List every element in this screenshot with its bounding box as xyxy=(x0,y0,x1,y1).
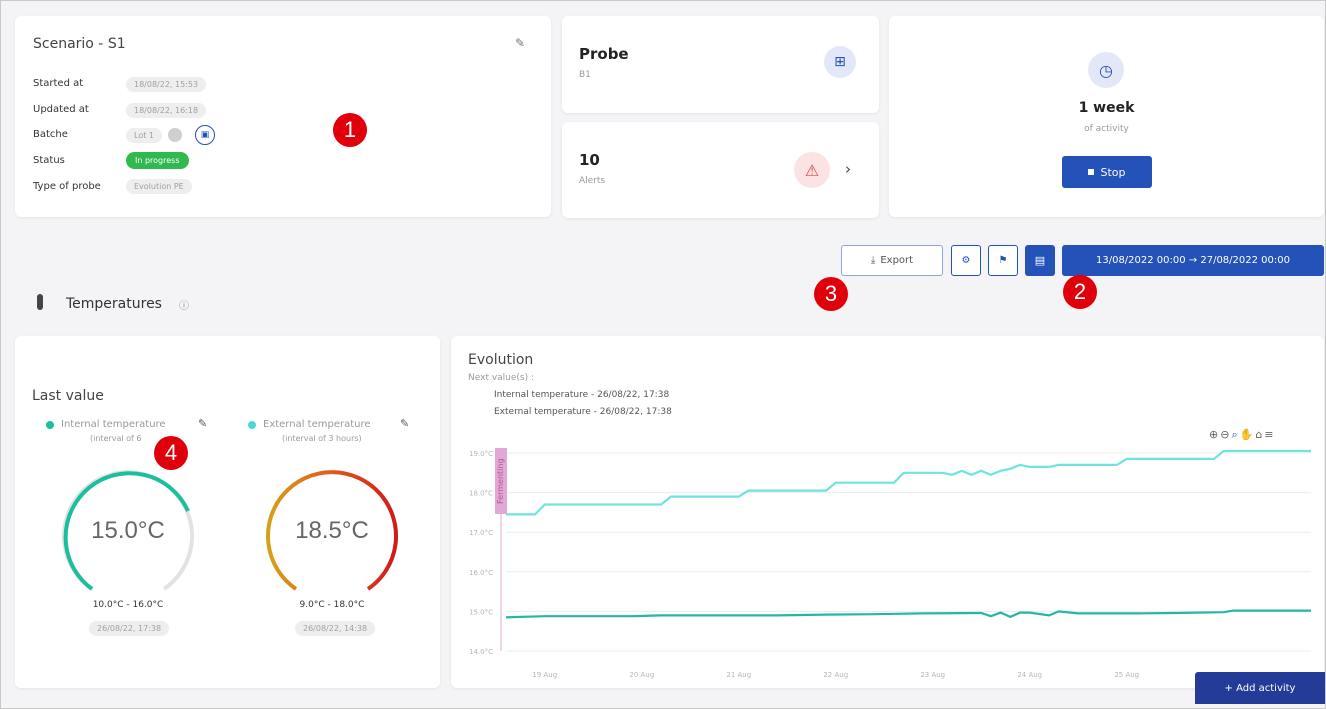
status-label: Status xyxy=(33,155,65,166)
y-tick-label: 16.0°C xyxy=(469,569,493,577)
edit-external-icon[interactable]: ✎ xyxy=(400,417,409,430)
clock-icon: ◷ xyxy=(1088,52,1124,88)
started-at-label: Started at xyxy=(33,78,84,89)
chart-settings-button[interactable]: ⚙ xyxy=(951,245,981,276)
annotation-marker-1: 1 xyxy=(333,113,367,147)
export-button[interactable]: ⤓ Export xyxy=(841,245,943,276)
external-name: External temperature xyxy=(263,419,371,430)
export-label: Export xyxy=(880,255,914,266)
status-badge: In progress xyxy=(126,152,189,169)
probe-title: Probe xyxy=(579,45,629,63)
internal-name: Internal temperature xyxy=(61,419,166,430)
started-at-value: 18/08/22, 15:53 xyxy=(126,77,207,92)
gauge-external: External temperature ✎ (interval of 3 ho… xyxy=(238,416,428,686)
gauge-internal: Internal temperature ✎ (interval of 6 15… xyxy=(35,416,225,686)
calendar-button[interactable]: ▤ xyxy=(1025,245,1055,276)
activity-card: ◷ 1 week of activity Stop xyxy=(889,16,1324,217)
scenario-card: Scenario - S1 ✎ Started at 18/08/22, 15:… xyxy=(15,16,551,217)
batch-info-icon[interactable] xyxy=(168,128,182,142)
internal-date: 26/08/22, 17:38 xyxy=(89,621,170,636)
help-icon[interactable]: ⓘ xyxy=(179,297,189,312)
batch-value: Lot 1 xyxy=(126,128,162,143)
activity-label: of activity xyxy=(1084,124,1129,134)
fermenting-annotation: Fermenting xyxy=(495,448,507,514)
probe-card: Probe B1 ⊞ xyxy=(562,16,879,113)
alerts-count: 10 xyxy=(579,151,600,169)
y-tick-label: 19.0°C xyxy=(469,450,493,458)
stop-button[interactable]: Stop xyxy=(1062,156,1152,188)
section-title: Temperatures xyxy=(66,296,162,312)
last-value-card: Last value Internal temperature ✎ (inter… xyxy=(15,336,440,688)
external-value: 18.5°C xyxy=(295,517,369,544)
probe-type-value: Evolution PE xyxy=(126,179,192,194)
x-tick-label: 20 Aug xyxy=(629,671,654,679)
thermometer-icon xyxy=(37,294,43,310)
internal-value: 15.0°C xyxy=(91,517,165,544)
internal-range: 10.0°C - 16.0°C xyxy=(92,600,164,610)
annotation-marker-4: 4 xyxy=(154,436,188,470)
external-dot xyxy=(248,421,256,429)
evolution-chart: 14.0°C 15.0°C 16.0°C 17.0°C 18.0°C 19.0°C 19 A… xyxy=(469,448,1311,679)
x-tick-label: 22 Aug xyxy=(823,671,848,679)
probe-type-label: Type of probe xyxy=(33,181,101,192)
date-range-button[interactable]: 13/08/2022 00:00 → 27/08/2022 00:00 xyxy=(1062,245,1324,276)
y-tick-label: 18.0°C xyxy=(469,490,493,498)
annotation-marker-2: 2 xyxy=(1063,275,1097,309)
last-value-title: Last value xyxy=(32,388,104,404)
add-activity-button[interactable]: + Add activity xyxy=(1195,672,1325,704)
y-tick-label: 17.0°C xyxy=(469,529,493,537)
stop-icon xyxy=(1088,169,1095,175)
batch-link-icon[interactable]: ▣ xyxy=(195,125,215,145)
external-interval: (interval of 3 hours) xyxy=(282,434,362,443)
y-tick-label: 15.0°C xyxy=(469,608,493,616)
chevron-right-icon[interactable]: › xyxy=(845,160,851,178)
internal-interval: (interval of 6 xyxy=(90,434,142,443)
alerts-card[interactable]: 10 Alerts ⚠ › xyxy=(562,122,879,218)
bookmark-button[interactable]: ⚑ xyxy=(988,245,1018,276)
x-tick-label: 21 Aug xyxy=(726,671,751,679)
stop-label: Stop xyxy=(1100,165,1126,179)
annotation-marker-3: 3 xyxy=(814,277,848,311)
updated-at-label: Updated at xyxy=(33,104,89,115)
activity-duration: 1 week xyxy=(1078,100,1135,116)
batch-label: Batche xyxy=(33,129,68,140)
warning-icon: ⚠ xyxy=(794,152,830,188)
series-line-1 xyxy=(506,449,1311,516)
download-icon: ⤓ xyxy=(870,255,876,266)
internal-dot xyxy=(46,421,54,429)
x-tick-label: 25 Aug xyxy=(1114,671,1139,679)
updated-at-value: 18/08/22, 16:18 xyxy=(126,103,207,118)
external-date: 26/08/22, 14:38 xyxy=(295,621,376,636)
x-tick-label: 24 Aug xyxy=(1017,671,1042,679)
x-tick-label: 23 Aug xyxy=(920,671,945,679)
scenario-title: Scenario - S1 xyxy=(33,36,126,52)
evolution-card: Evolution Next value(s) : Internal tempe… xyxy=(451,336,1325,704)
y-tick-label: 14.0°C xyxy=(469,648,493,656)
external-range: 9.0°C - 18.0°C xyxy=(299,600,365,610)
probe-value: B1 xyxy=(579,70,591,80)
x-tick-label: 19 Aug xyxy=(532,671,557,679)
edit-scenario-icon[interactable]: ✎ xyxy=(515,36,525,50)
alerts-label: Alerts xyxy=(579,176,606,186)
chip-icon: ⊞ xyxy=(824,46,856,78)
edit-internal-icon[interactable]: ✎ xyxy=(198,417,207,430)
